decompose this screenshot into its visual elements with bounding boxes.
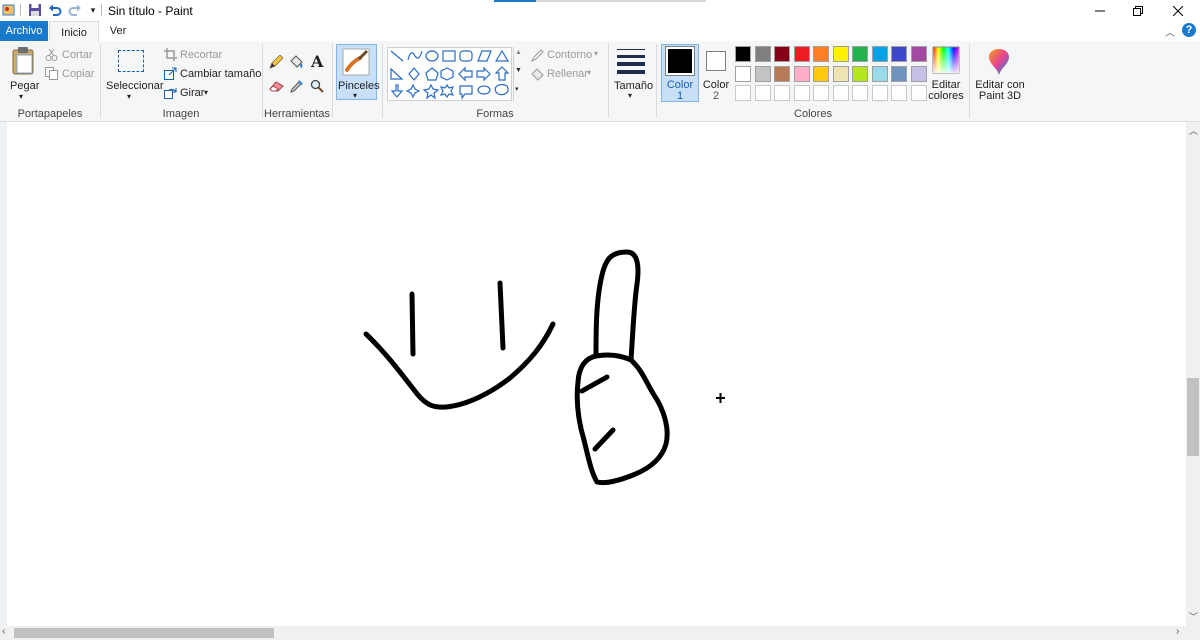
vertical-scrollbar[interactable]: [1186, 122, 1200, 626]
scroll-corner: [1186, 626, 1200, 640]
scroll-down-icon[interactable]: ﹀: [1189, 610, 1198, 623]
scroll-up-icon[interactable]: ︿: [1189, 124, 1198, 137]
horizontal-scroll-thumb[interactable]: [14, 628, 274, 638]
canvas-drawing: [363, 249, 725, 486]
vertical-scroll-thumb[interactable]: [1187, 378, 1199, 456]
crosshair-cursor: [716, 393, 725, 403]
scroll-right-icon[interactable]: ›: [1176, 626, 1179, 637]
scroll-left-icon[interactable]: ‹: [2, 626, 5, 637]
